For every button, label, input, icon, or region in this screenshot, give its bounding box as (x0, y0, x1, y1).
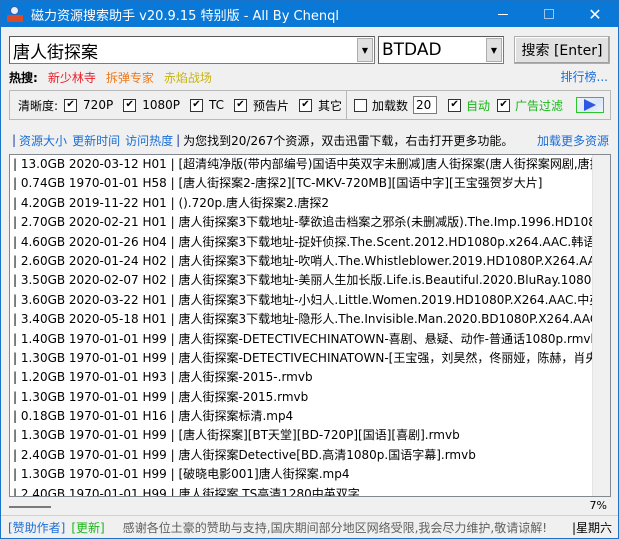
result-row[interactable]: | 3.50GB 2020-02-07 H02 | 唐人街探案3下载地址-美丽人… (10, 271, 592, 290)
result-row[interactable]: | 0.18GB 1970-01-01 H16 | 唐人街探案标清.mp4 (10, 407, 592, 426)
ad-filter-label: 广告过滤 (515, 98, 564, 113)
chevron-down-icon: ▼ (361, 45, 369, 55)
checkbox-1080p[interactable] (123, 98, 137, 112)
window-title: 磁力资源搜索助手 v20.9.15 特别版 - All By Chenql (31, 8, 339, 24)
checkbox-auto[interactable] (448, 98, 462, 112)
play-button[interactable] (576, 97, 605, 113)
update-link[interactable]: [更新] (71, 519, 104, 536)
progress-area: 7% (9, 499, 611, 513)
chevron-down-icon: ▼ (490, 45, 498, 55)
engine-dropdown[interactable]: ▼ (486, 38, 502, 62)
result-row[interactable]: | 1.20GB 1970-01-01 H93 | 唐人街探案-2015-.rm… (10, 368, 592, 387)
info-bar: | 资源大小 更新时间 访问热度 | 为您找到20/267个资源，双击迅雷下载，… (9, 131, 611, 149)
progress-label: 7% (589, 499, 607, 512)
hot-search-item[interactable]: 新少林寺 (48, 69, 96, 86)
hot-search-bar: 热搜: 新少林寺 拆弹专家 赤焰战场 (9, 68, 212, 86)
load-more-link[interactable]: 加载更多资源 (537, 132, 609, 149)
result-row[interactable]: | 1.30GB 1970-01-01 H99 | 唐人街探案-2015.rmv… (10, 388, 592, 407)
notice-text: 感谢各位土豪的赞助与支持,国庆期间部分地区网络受限,我会尽力维护,敬请谅解! (122, 520, 548, 535)
status-bar: [赞助作者] [更新] 感谢各位土豪的赞助与支持,国庆期间部分地区网络受限,我会… (1, 515, 618, 538)
result-row[interactable]: | 1.40GB 1970-01-01 H99 | 唐人街探案-DETECTIV… (10, 330, 592, 349)
engine-select[interactable]: BTDAD ▼ (378, 36, 504, 64)
play-icon (584, 99, 597, 111)
result-row[interactable]: | 2.40GB 1970-01-01 H99 | 唐人街探案.TS高清1280… (10, 485, 592, 496)
hot-search-item[interactable]: 赤焰战场 (164, 69, 212, 86)
sort-by-popularity-link[interactable]: 访问热度 (125, 132, 173, 149)
result-row[interactable]: | 4.20GB 2019-11-22 H01 | ().720p.唐人街探案2… (10, 194, 592, 213)
engine-value: BTDAD (382, 40, 442, 60)
load-count-input[interactable]: 20 (413, 96, 438, 114)
sponsor-link[interactable]: [赞助作者] (8, 519, 65, 536)
sort-by-size-link[interactable]: 资源大小 (19, 132, 67, 149)
checkbox-720p-label: 720P (83, 98, 114, 112)
close-icon: ✕ (588, 4, 602, 24)
hot-search-item[interactable]: 拆弹专家 (106, 69, 154, 86)
checkbox-ad-filter[interactable] (497, 98, 511, 112)
search-history-dropdown[interactable]: ▼ (357, 38, 373, 62)
result-row[interactable]: | 2.70GB 2020-02-21 H01 | 唐人街探案3下载地址-孽欲追… (10, 213, 592, 232)
checkbox-other[interactable] (299, 98, 312, 112)
filter-panel: 清晰度: 720P 1080P TC 预告片 其它 加载数 20 自动 广告过滤 (9, 90, 611, 120)
results-list[interactable]: | 13.0GB 2020-03-12 H01 | [超清纯净版(带内部编号)国… (9, 154, 611, 497)
filter-divider (346, 91, 347, 119)
checkbox-trailer[interactable] (233, 98, 247, 112)
minimize-button[interactable] (480, 1, 526, 27)
separator: | (12, 133, 17, 147)
separator: | (176, 133, 181, 147)
result-row[interactable]: | 0.74GB 1970-01-01 H58 | [唐人街探案2-唐探2][T… (10, 174, 592, 193)
hot-search-label: 热搜: (9, 70, 38, 85)
search-button[interactable]: 搜索 [Enter] (514, 36, 610, 64)
app-window: 磁力资源搜索助手 v20.9.15 特别版 - All By Chenql ✕ … (0, 0, 619, 539)
progress-bar (9, 506, 51, 508)
result-row[interactable]: | 1.30GB 1970-01-01 H99 | 唐人街探案-DETECTIV… (10, 349, 592, 368)
checkbox-tc-label: TC (208, 98, 224, 112)
ranking-link[interactable]: 排行榜... (561, 68, 608, 85)
result-row[interactable]: | 1.30GB 1970-01-01 H99 | [唐人街探案][BT天堂][… (10, 426, 592, 445)
maximize-icon (544, 9, 554, 19)
result-row[interactable]: | 2.60GB 2020-01-24 H02 | 唐人街探案3下载地址-吹哨人… (10, 252, 592, 271)
checkbox-trailer-label: 预告片 (252, 98, 289, 113)
result-row[interactable]: | 1.30GB 1970-01-01 H99 | [破晓电影001]唐人街探案… (10, 465, 592, 484)
result-row[interactable]: | 3.60GB 2020-03-22 H01 | 唐人街探案3下载地址-小妇人… (10, 291, 592, 310)
auto-label: 自动 (466, 98, 491, 113)
vertical-scrollbar[interactable] (592, 155, 610, 496)
title-bar[interactable]: 磁力资源搜索助手 v20.9.15 特别版 - All By Chenql ✕ (1, 1, 618, 27)
app-icon (7, 6, 23, 22)
sort-by-time-link[interactable]: 更新时间 (72, 132, 120, 149)
result-row[interactable]: | 2.40GB 1970-01-01 H99 | 唐人街探案Detective… (10, 446, 592, 465)
maximize-button[interactable] (526, 1, 572, 27)
minimize-icon (498, 13, 508, 15)
checkbox-load-count[interactable] (354, 98, 367, 112)
load-count-label: 加载数 (372, 98, 409, 113)
close-button[interactable]: ✕ (572, 1, 618, 27)
search-input[interactable]: 唐人街探案 ▼ (9, 36, 375, 64)
checkbox-720p[interactable] (64, 98, 78, 112)
search-query[interactable]: 唐人街探案 (10, 38, 357, 63)
weekday-label: |星期六 (571, 520, 612, 535)
result-row[interactable]: | 3.40GB 2020-05-18 H01 | 唐人街探案3下载地址-隐形人… (10, 310, 592, 329)
result-row[interactable]: | 13.0GB 2020-03-12 H01 | [超清纯净版(带内部编号)国… (10, 155, 592, 174)
checkbox-1080p-label: 1080P (142, 98, 180, 112)
checkbox-tc[interactable] (189, 98, 203, 112)
quality-label: 清晰度: (18, 98, 59, 113)
result-row[interactable]: | 4.60GB 2020-01-26 H04 | 唐人街探案3下载地址-捉奸侦… (10, 233, 592, 252)
result-message: 为您找到20/267个资源，双击迅雷下载，右击打开更多功能。 (183, 133, 514, 148)
checkbox-other-label: 其它 (318, 98, 343, 113)
